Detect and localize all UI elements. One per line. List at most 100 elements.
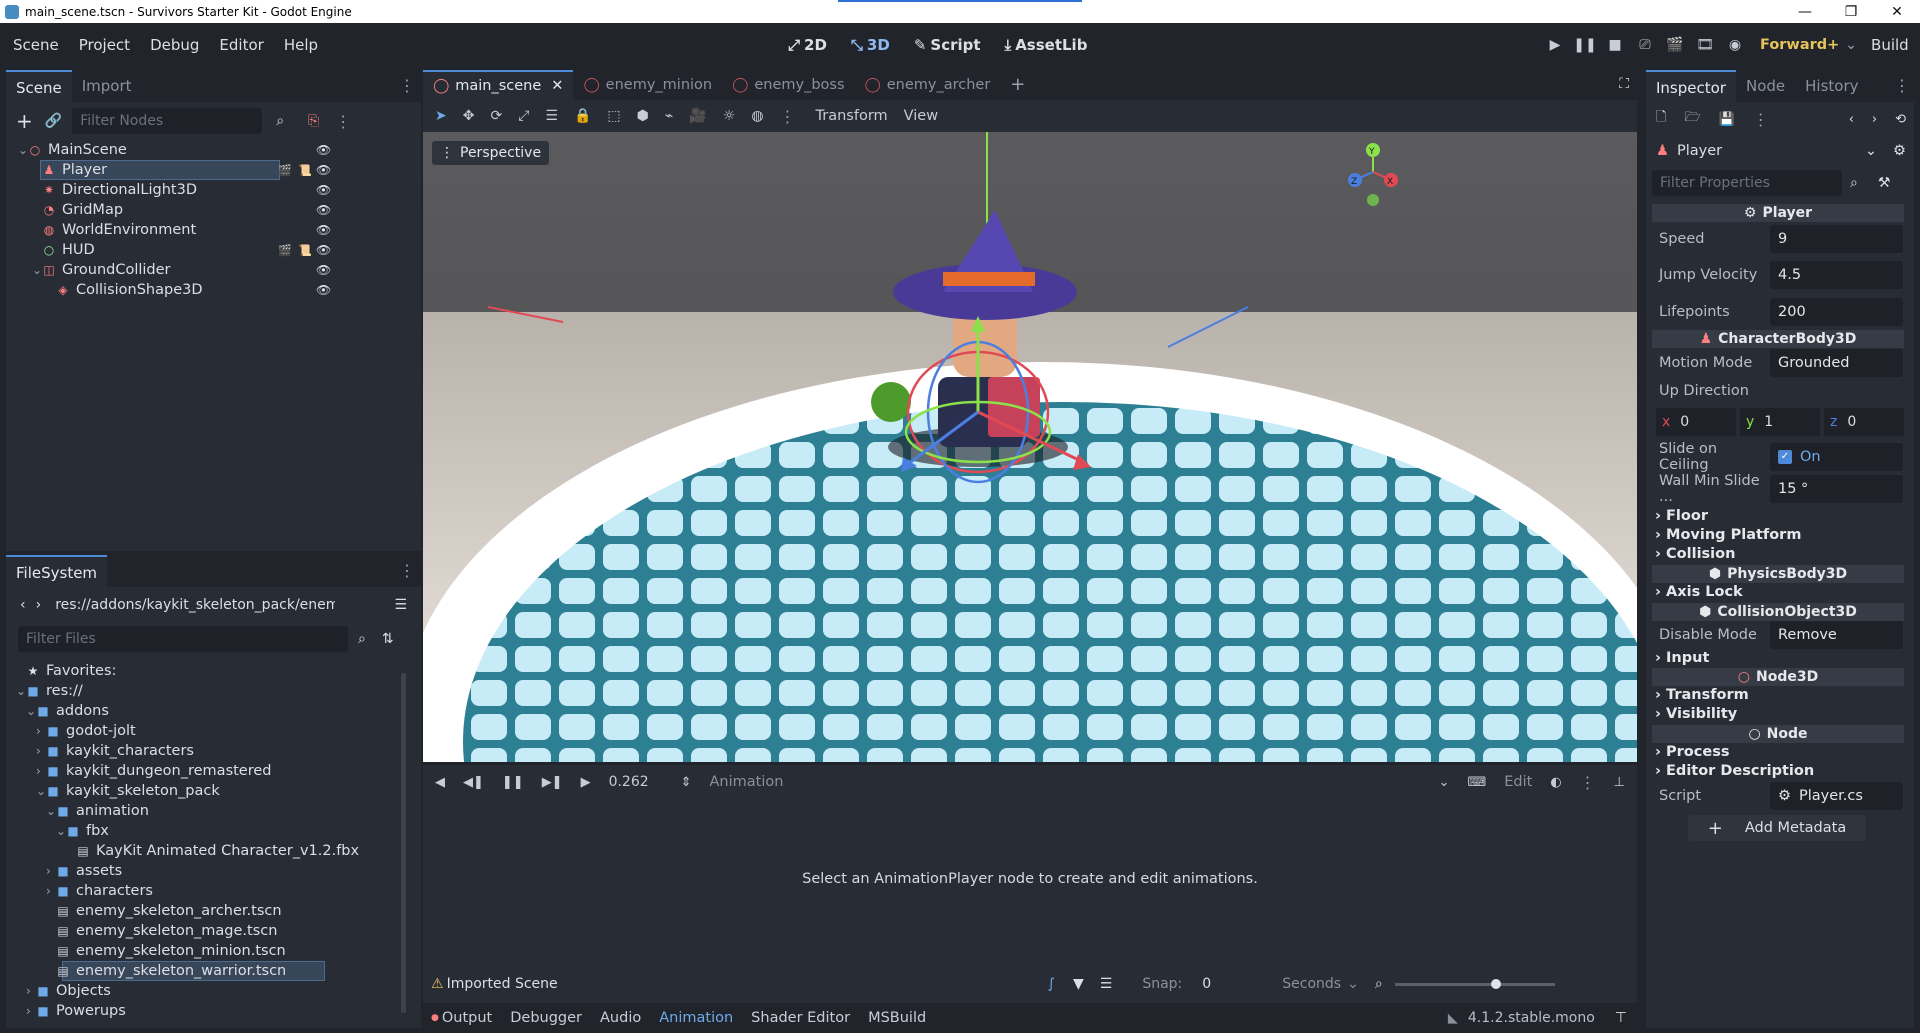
section-input[interactable]: › Input [1655, 650, 1709, 666]
play-from-start-icon[interactable]: ▶ [581, 775, 591, 790]
scene-tab[interactable]: ◯ enemy_minion [573, 70, 722, 100]
tab-filesystem[interactable]: FileSystem [6, 555, 108, 587]
motion-mode-select[interactable]: Grounded [1770, 349, 1903, 377]
perspective-menu[interactable]: ⋮ Perspective [432, 141, 550, 165]
tree-arrow-icon[interactable]: › [46, 884, 56, 898]
distraction-free-icon[interactable]: ⛶ [1619, 76, 1629, 92]
scene-node[interactable]: ◔ GridMap 👁 [6, 200, 421, 220]
expand-panel-icon[interactable]: ⊤ [1615, 1010, 1627, 1026]
section-editor-description[interactable]: › Editor Description [1655, 763, 1814, 779]
filter-files-input[interactable]: Filter Files [18, 626, 348, 652]
close-tab-icon[interactable]: ✕ [551, 78, 563, 94]
filesystem-scrollbar[interactable] [401, 673, 406, 1013]
tree-arrow-icon[interactable]: › [26, 984, 36, 998]
up-y-field[interactable]: y1 [1740, 408, 1820, 436]
object-properties-icon[interactable]: ⚙ [1893, 143, 1906, 159]
visibility-eye-icon[interactable]: 👁 [316, 203, 331, 217]
tree-arrow-icon[interactable]: ⌄ [32, 263, 42, 277]
tree-arrow-icon[interactable]: › [36, 724, 46, 738]
animation-menu-icon[interactable]: ⋮ [1580, 773, 1596, 792]
script-attach-icon[interactable]: ⎘ [308, 113, 319, 129]
chevron-down-icon[interactable]: ⌄ [1439, 775, 1450, 790]
filter-properties-input[interactable]: Filter Properties [1652, 170, 1842, 196]
section-transform[interactable]: › Transform [1655, 687, 1749, 703]
visibility-eye-icon[interactable]: 👁 [316, 163, 331, 177]
folder-item[interactable]: ★ Favorites: [6, 661, 421, 681]
onion-skin-icon[interactable]: ◐ [1550, 775, 1561, 790]
path-field[interactable]: res://addons/kaykit_skeleton_pack/enemy_… [55, 597, 335, 613]
spinner-icon[interactable]: ⇕ [681, 775, 692, 790]
property-settings-icon[interactable]: ⚒ [1878, 175, 1891, 191]
lock-icon[interactable]: 🔒 [574, 108, 591, 124]
section-floor[interactable]: › Floor [1655, 508, 1708, 524]
folder-item[interactable]: › ■ assets [6, 861, 421, 881]
scale-tool-icon[interactable]: ⤢ [518, 108, 529, 124]
tree-arrow-icon[interactable]: ⌄ [46, 804, 56, 818]
tree-arrow-icon[interactable]: ⌄ [18, 143, 28, 157]
add-node-icon[interactable]: + [16, 109, 33, 133]
pin-icon[interactable]: ⊥ [1614, 775, 1625, 790]
up-z-field[interactable]: z0 [1824, 408, 1904, 436]
minimize-button[interactable]: — [1782, 4, 1828, 20]
visibility-eye-icon[interactable]: 👁 [316, 223, 331, 237]
mode-3d-button[interactable]: ⤡ 3D [851, 36, 890, 54]
section-axis-lock[interactable]: › Axis Lock [1655, 584, 1743, 600]
script-icon[interactable]: 📜 [298, 244, 312, 257]
close-window-button[interactable]: ✕ [1874, 4, 1920, 20]
tab-audio[interactable]: Audio [600, 1010, 641, 1026]
save-resource-icon[interactable]: 💾 [1719, 112, 1735, 127]
visibility-eye-icon[interactable]: 👁 [316, 263, 331, 277]
select-tool-icon[interactable]: ➤ [435, 108, 447, 124]
resource-menu-icon[interactable]: ⋮ [1753, 110, 1769, 129]
transform-menu[interactable]: Transform [816, 108, 888, 124]
move-tool-icon[interactable]: ✥ [463, 108, 475, 124]
dock-menu-icon[interactable]: ⋮ [1894, 76, 1910, 95]
scene-tab[interactable]: ◯ main_scene ✕ [423, 70, 574, 100]
build-button[interactable]: Build [1871, 36, 1909, 54]
tab-import[interactable]: Import [72, 70, 142, 102]
history-forward-icon[interactable]: › [1872, 112, 1877, 127]
camera-icon[interactable]: 🎥 [689, 108, 706, 124]
dock-menu-icon[interactable]: ⋮ [399, 561, 415, 580]
folder-item[interactable]: › ■ Powerups [6, 1001, 421, 1021]
pause-icon[interactable]: ❚❚ [1570, 37, 1600, 53]
play-custom-scene-icon[interactable]: 🎞 [1690, 37, 1720, 53]
3d-viewport[interactable]: Y X Z ⋮ Perspective [423, 132, 1637, 762]
lifepoints-field[interactable]: 200 [1770, 298, 1903, 326]
tab-output[interactable]: Output [442, 1010, 492, 1026]
menu-editor[interactable]: Editor [209, 36, 273, 54]
folder-item[interactable]: › ■ godot-jolt [6, 721, 421, 741]
script-icon[interactable]: 📜 [298, 164, 312, 177]
scene-node[interactable]: ◈ CollisionShape3D 👁 [6, 280, 421, 300]
view-menu[interactable]: View [904, 108, 938, 124]
scene-node[interactable]: ⌄ ○ MainScene 👁 [6, 140, 421, 160]
tree-arrow-icon[interactable]: › [46, 864, 56, 878]
scene-tab[interactable]: ◯ enemy_boss [722, 70, 854, 100]
new-resource-icon[interactable]: 🗋 [1656, 108, 1666, 130]
file-item[interactable]: ▤ enemy_skeleton_minion.tscn [6, 941, 421, 961]
play-icon[interactable]: ▶ [1540, 37, 1570, 53]
section-process[interactable]: › Process [1655, 744, 1729, 760]
viewport-menu-icon[interactable]: ⋮ [780, 107, 796, 126]
disable-mode-select[interactable]: Remove [1770, 621, 1903, 649]
object-history-icon[interactable]: ⟲ [1895, 112, 1906, 127]
folder-item[interactable]: ⌄ ■ kaykit_skeleton_pack [6, 781, 421, 801]
play-scene-icon[interactable]: 🎬 [1660, 37, 1690, 53]
tree-arrow-icon[interactable]: › [36, 764, 46, 778]
folder-item[interactable]: › ■ characters [6, 881, 421, 901]
split-view-icon[interactable]: ☰ [394, 597, 407, 613]
menu-help[interactable]: Help [274, 36, 328, 54]
scene-node[interactable]: ⌄ ◫ GroundCollider 👁 [6, 260, 421, 280]
filter-icon[interactable]: ▼ [1073, 976, 1084, 992]
visibility-eye-icon[interactable]: 👁 [316, 183, 331, 197]
play-icon[interactable]: ▶❚ [542, 775, 563, 790]
edit-button[interactable]: Edit [1504, 774, 1532, 790]
speed-field[interactable]: 9 [1770, 225, 1903, 253]
inspector-object-selector[interactable]: ♟ Player ⌄ ⚙ [1656, 140, 1906, 162]
scene-node[interactable]: ♟ Player 👁 🎬 📜 [6, 160, 421, 180]
folder-item[interactable]: ⌄ ■ animation [6, 801, 421, 821]
tree-arrow-icon[interactable]: ⌄ [36, 784, 46, 798]
visibility-eye-icon[interactable]: 👁 [316, 243, 331, 257]
up-x-field[interactable]: x0 [1656, 408, 1736, 436]
tree-arrow-icon[interactable]: ⌄ [26, 704, 36, 718]
